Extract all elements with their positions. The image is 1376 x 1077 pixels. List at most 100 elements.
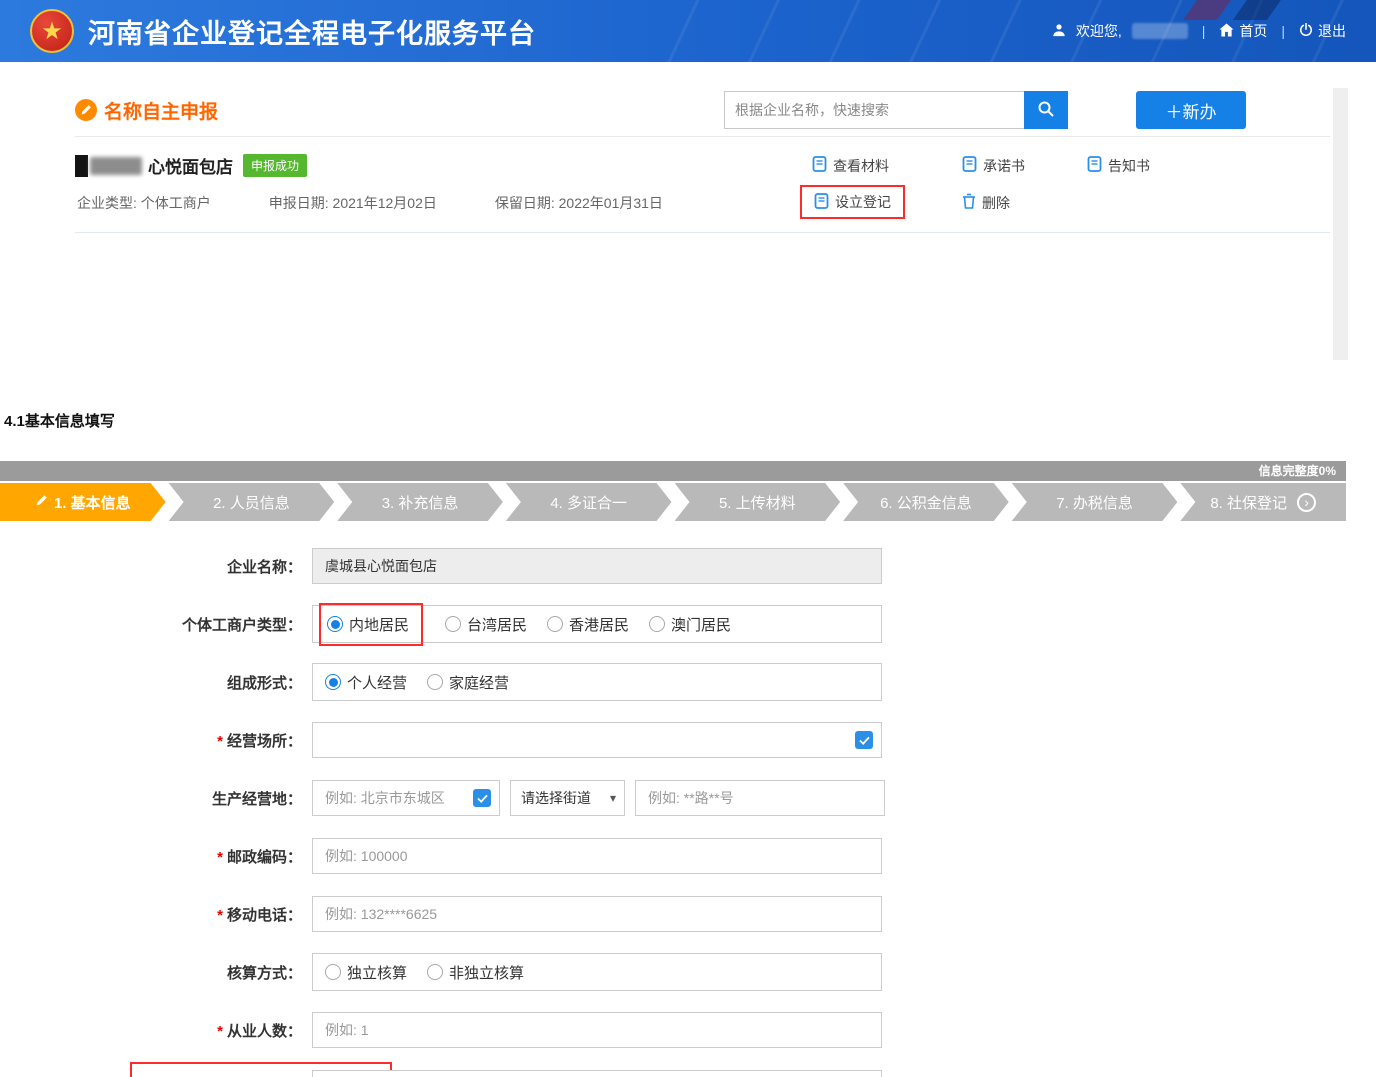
radio-unselected-icon xyxy=(547,616,563,632)
household-type-group: 内地居民 台湾居民 香港居民 澳门居民 xyxy=(312,605,882,643)
setup-registration-label: 设立登记 xyxy=(835,192,891,212)
radio-mainland-resident[interactable]: 内地居民 xyxy=(327,614,409,635)
panel-header: 名称自主申报 ＋新办 xyxy=(75,90,1330,136)
username-redacted xyxy=(1132,23,1188,39)
business-place-input[interactable] xyxy=(312,722,882,758)
radio-family-operation[interactable]: 家庭经营 xyxy=(427,672,509,693)
promise-letter-label: 承诺书 xyxy=(983,156,1025,176)
step-upload-materials[interactable]: 5. 上传材料 xyxy=(675,483,841,521)
radio-selected-icon xyxy=(327,616,343,632)
emblem-star-icon: ★ xyxy=(41,17,63,46)
delete-link[interactable]: 删除 xyxy=(962,192,1087,214)
required-star: * xyxy=(217,1023,223,1040)
step-housing-fund[interactable]: 6. 公积金信息 xyxy=(843,483,1009,521)
pencil-icon xyxy=(35,494,48,511)
radio-selected-icon xyxy=(325,674,341,690)
step-label: 4. 多证合一 xyxy=(550,492,627,513)
annotation-box: 设立登记 xyxy=(800,185,905,219)
doc-section-heading: 4.1基本信息填写 xyxy=(4,410,1376,431)
section-title: 名称自主申报 xyxy=(75,97,218,124)
step-label: 1. 基本信息 xyxy=(54,492,131,513)
composition-row: 组成形式： 个人经营 家庭经营 xyxy=(0,663,1346,701)
radio-individual-operation[interactable]: 个人经营 xyxy=(325,672,407,693)
step-personnel-info[interactable]: 2. 人员信息 xyxy=(169,483,335,521)
scrollbar-track[interactable] xyxy=(1333,88,1348,360)
composition-label: 组成形式： xyxy=(0,672,312,693)
employee-count-input[interactable] xyxy=(312,1012,882,1048)
production-place-row: 生产经营地： 请选择街道 ▾ xyxy=(0,779,1346,817)
mobile-phone-row: *移动电话： xyxy=(0,895,1346,933)
app-header: ★ 河南省企业登记全程电子化服务平台 欢迎您, | 首页 | 退出 xyxy=(0,0,1376,62)
accounting-row: 核算方式： 独立核算 非独立核算 xyxy=(0,953,1346,991)
promise-letter-link[interactable]: 承诺书 xyxy=(962,156,1087,176)
step-basic-info[interactable]: 1. 基本信息 xyxy=(0,483,166,521)
capital-row: *资金数额（万元）： 注：金额大于50万的禁止通过智能审批 xyxy=(0,1069,1346,1077)
step-label: 3. 补充信息 xyxy=(382,492,459,513)
required-star: * xyxy=(217,849,223,866)
header-decoration xyxy=(1183,0,1235,20)
region-picker-icon[interactable] xyxy=(473,789,491,807)
keep-date: 保留日期: 2022年01月31日 xyxy=(495,193,663,213)
production-place-label: 生产经营地： xyxy=(0,788,312,809)
declare-date: 申报日期: 2021年12月02日 xyxy=(269,193,437,213)
radio-unselected-icon xyxy=(649,616,665,632)
header-decoration xyxy=(1233,0,1285,20)
step-supplementary-info[interactable]: 3. 补充信息 xyxy=(337,483,503,521)
step-multi-license[interactable]: 4. 多证合一 xyxy=(506,483,672,521)
step-label: 7. 办税信息 xyxy=(1056,492,1133,513)
record-meta: 企业类型: 个体工商户 申报日期: 2021年12月02日 保留日期: 2022… xyxy=(75,193,663,213)
radio-taiwan-resident[interactable]: 台湾居民 xyxy=(445,614,527,635)
trash-icon xyxy=(962,193,976,212)
street-select-value: 请选择街道 xyxy=(521,788,591,808)
household-type-row: 个体工商户类型： 内地居民 台湾居民 香港居民 xyxy=(0,605,1346,643)
radio-independent-accounting[interactable]: 独立核算 xyxy=(325,962,407,983)
new-application-button[interactable]: ＋新办 xyxy=(1136,91,1246,129)
capital-input[interactable] xyxy=(312,1070,882,1077)
radio-macau-resident[interactable]: 澳门居民 xyxy=(649,614,731,635)
mobile-phone-input[interactable] xyxy=(312,896,882,932)
step-social-security[interactable]: 8. 社保登记 › xyxy=(1180,483,1346,521)
gov-emblem-logo: ★ xyxy=(30,9,74,53)
step-label: 5. 上传材料 xyxy=(719,492,796,513)
household-type-label: 个体工商户类型： xyxy=(0,614,312,635)
search-icon xyxy=(1037,100,1055,121)
address-detail-input[interactable] xyxy=(635,780,885,816)
radio-hongkong-resident[interactable]: 香港居民 xyxy=(547,614,629,635)
logout-label: 退出 xyxy=(1318,21,1346,41)
view-materials-link[interactable]: 查看材料 xyxy=(812,156,962,176)
notice-letter-link[interactable]: 告知书 xyxy=(1087,156,1182,176)
setup-registration-link[interactable]: 设立登记 xyxy=(814,192,891,212)
company-search-input[interactable] xyxy=(724,91,1024,129)
section-title-label: 名称自主申报 xyxy=(104,97,218,124)
street-select[interactable]: 请选择街道 ▾ xyxy=(510,780,625,816)
user-icon xyxy=(1052,23,1066,40)
address-picker-icon[interactable] xyxy=(855,731,873,749)
view-materials-label: 查看材料 xyxy=(833,156,889,176)
completeness-label: 信息完整度0% xyxy=(1259,464,1336,478)
postal-code-input[interactable] xyxy=(312,838,882,874)
step-tax-info[interactable]: 7. 办税信息 xyxy=(1012,483,1178,521)
edit-circle-icon xyxy=(75,99,97,121)
step-label: 2. 人员信息 xyxy=(213,492,290,513)
brand: ★ 河南省企业登记全程电子化服务平台 xyxy=(30,9,536,53)
enterprise-name-field xyxy=(312,548,882,584)
accounting-label: 核算方式： xyxy=(0,962,312,983)
company-name-redacted xyxy=(75,155,88,177)
required-star: * xyxy=(217,907,223,924)
radio-non-independent-accounting[interactable]: 非独立核算 xyxy=(427,962,524,983)
radio-unselected-icon xyxy=(427,964,443,980)
required-star: * xyxy=(217,733,223,750)
region-input[interactable] xyxy=(312,780,500,816)
welcome-text: 欢迎您, xyxy=(1076,21,1122,41)
search-button[interactable] xyxy=(1024,91,1068,129)
logout-link[interactable]: 退出 xyxy=(1299,21,1346,41)
radio-unselected-icon xyxy=(325,964,341,980)
composition-group: 个人经营 家庭经营 xyxy=(312,663,882,701)
annotation-box: 内地居民 xyxy=(319,603,423,646)
home-link[interactable]: 首页 xyxy=(1219,21,1267,41)
radio-unselected-icon xyxy=(445,616,461,632)
record-item: 心悦面包店 申报成功 查看材料 承诺书 告知书 企业类型: 个体工商户 xyxy=(75,137,1330,233)
more-steps-icon[interactable]: › xyxy=(1297,493,1316,512)
accounting-group: 独立核算 非独立核算 xyxy=(312,953,882,991)
declaration-panel: 名称自主申报 ＋新办 心悦面包店 申报成功 查看材料 承诺书 xyxy=(75,90,1330,358)
